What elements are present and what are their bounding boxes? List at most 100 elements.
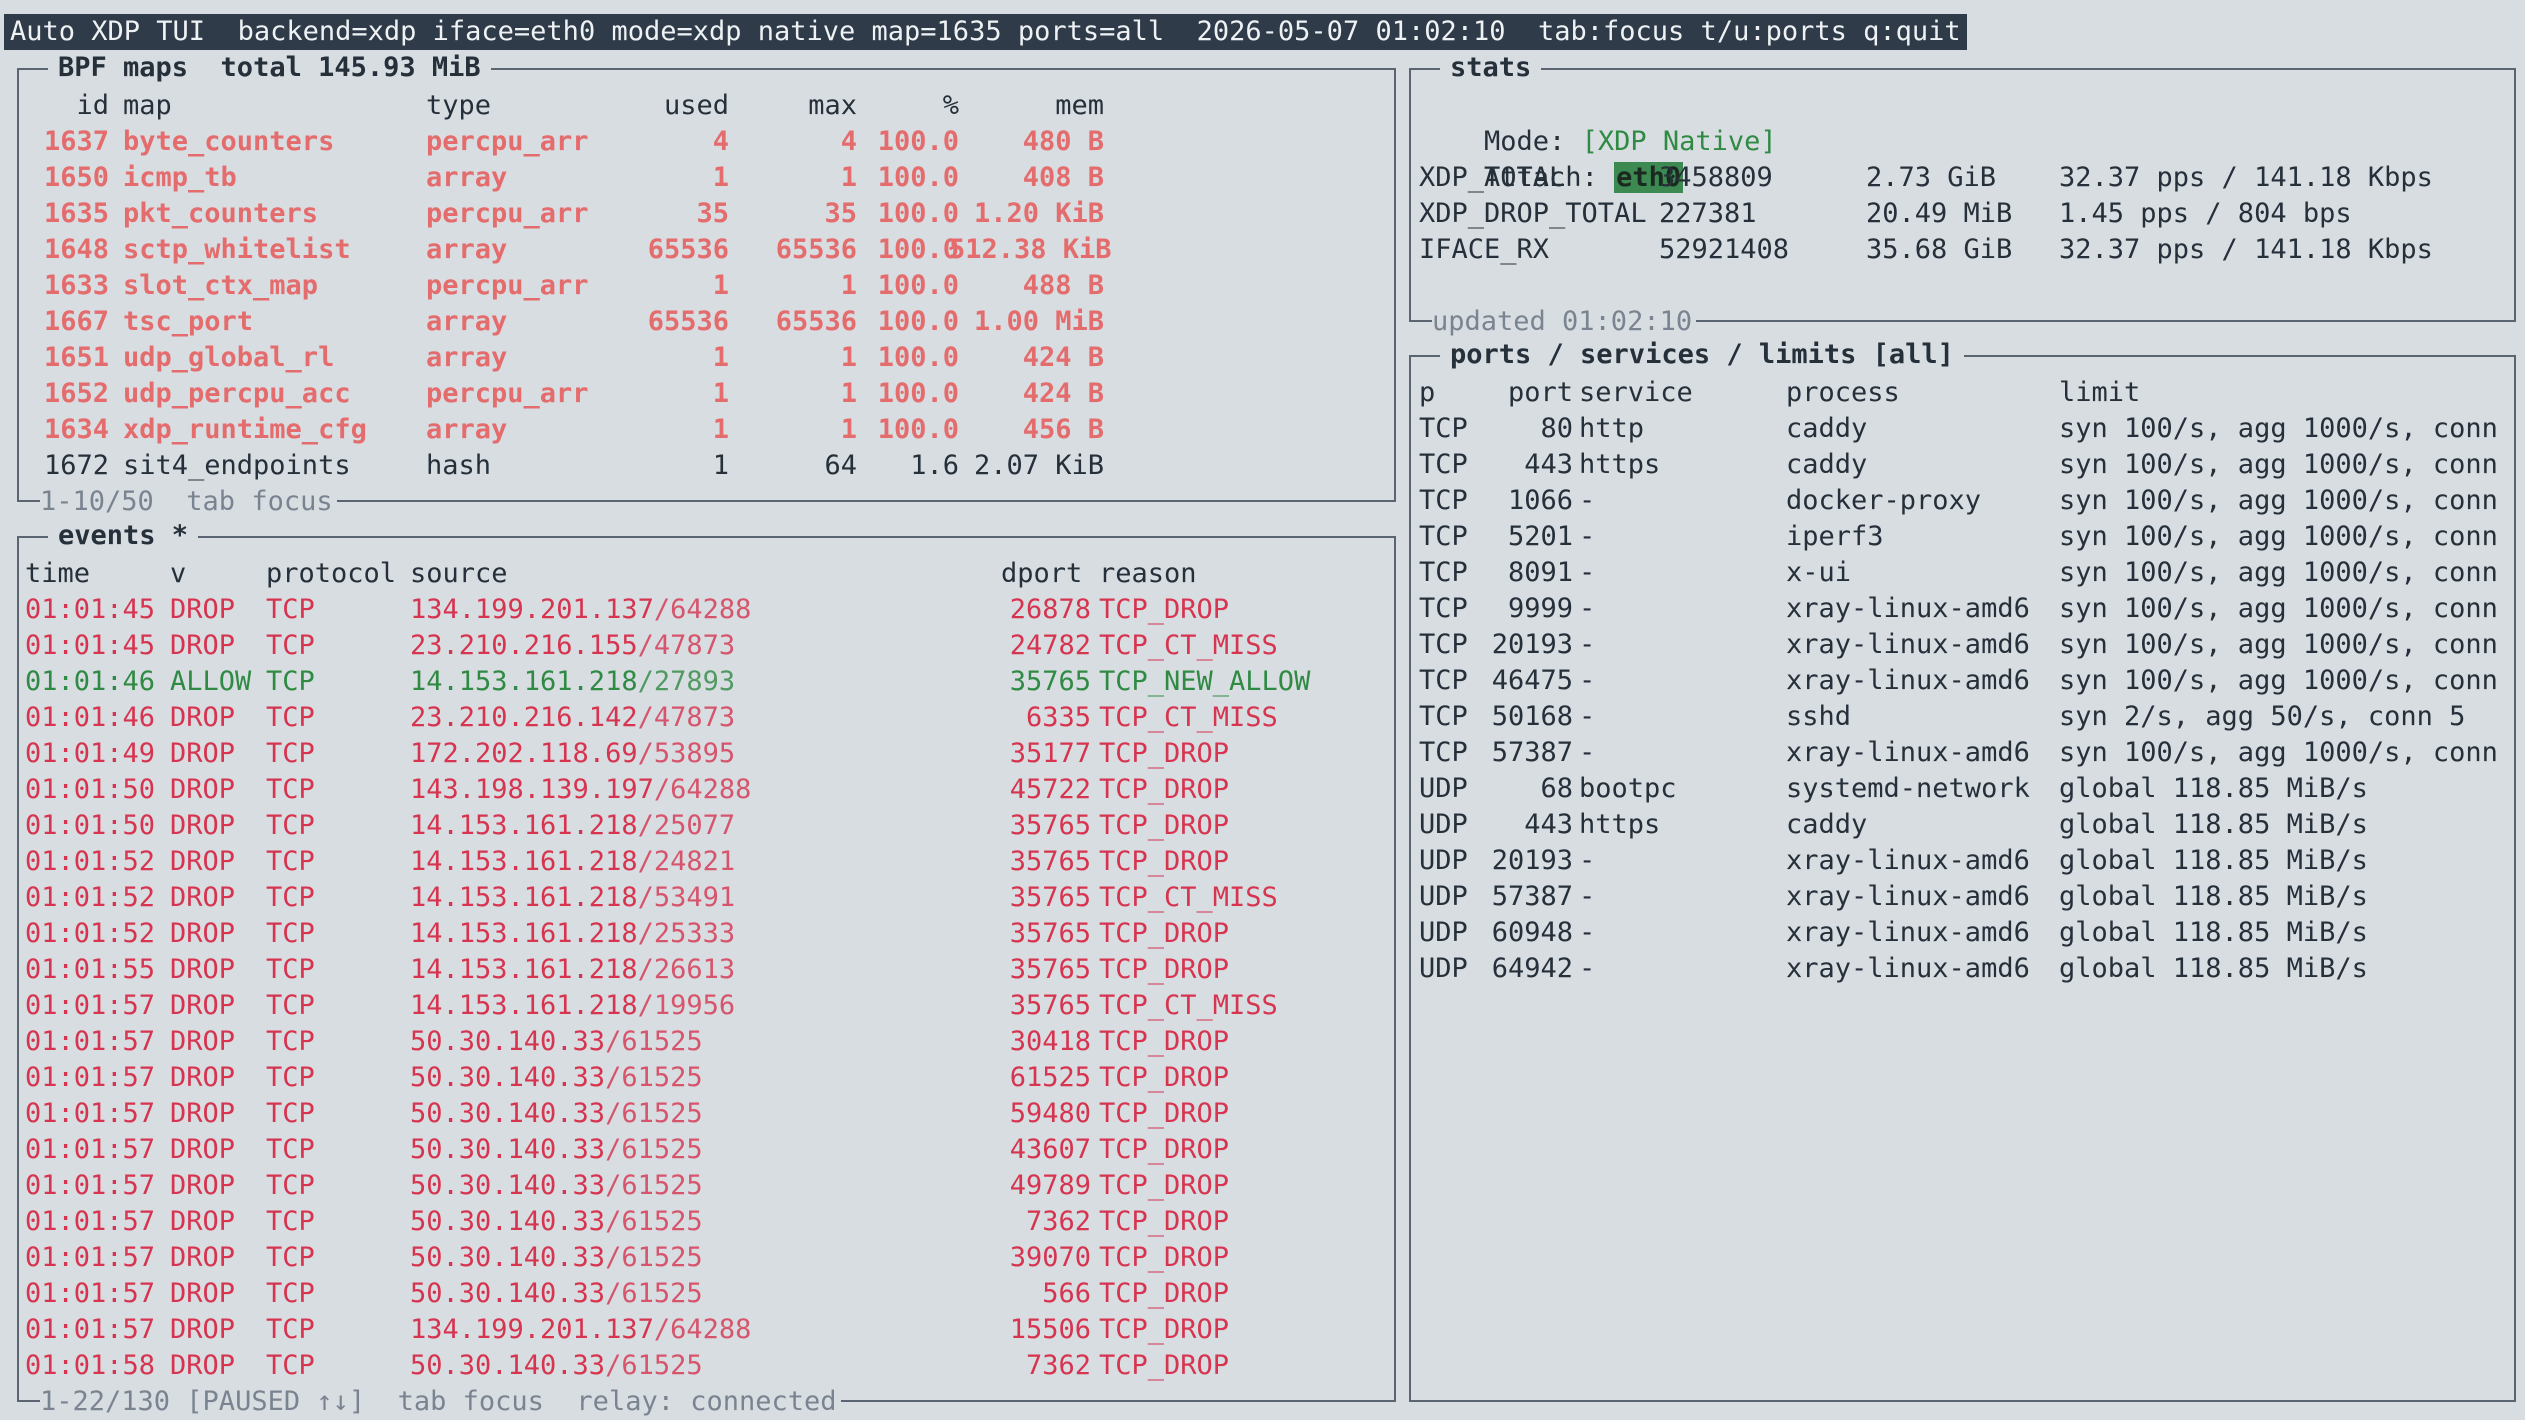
port-limit: syn 100/s, agg 1000/s, conn (2059, 593, 2498, 624)
port-number: 80 (1540, 413, 1573, 444)
event-protocol: TCP (266, 738, 315, 769)
event-source-ip: 23.210.216.142 (410, 702, 638, 733)
port-process: xray-linux-amd6 (1786, 593, 2030, 624)
port-protocol: TCP (1419, 485, 1468, 516)
event-verdict: DROP (170, 774, 236, 805)
map-pct: 100.0 (877, 234, 959, 265)
event-reason: TCP_DROP (1099, 1314, 1230, 1345)
map-type: array (426, 234, 508, 265)
event-reason: TCP_DROP (1099, 1206, 1230, 1237)
event-time: 01:01:52 (25, 846, 156, 877)
event-reason: TCP_DROP (1099, 1350, 1230, 1381)
map-pct: 100.0 (877, 306, 959, 337)
stat-name: IFACE_RX (1419, 234, 1550, 265)
map-id: 1637 (43, 126, 109, 157)
stats-attach-row: Attach: eth0 (1419, 124, 1684, 193)
map-mem: 1.20 KiB (973, 198, 1104, 229)
port-number: 8091 (1507, 557, 1573, 588)
map-name: udp_global_rl (123, 342, 335, 373)
events-header-reason: reason (1099, 558, 1197, 589)
event-source-port: /27893 (637, 666, 736, 697)
map-used: 65536 (647, 234, 729, 265)
ports-title: ports / services / limits [all] (1440, 337, 1964, 373)
map-mem: 1.00 MiB (973, 306, 1104, 337)
map-pct: 100.0 (877, 126, 959, 157)
map-mem: 480 B (1022, 126, 1104, 157)
events-panel[interactable]: events * time v protocol source dport re… (17, 518, 1396, 1420)
event-source: 50.30.140.33/61525 (410, 1060, 703, 1096)
port-process: caddy (1786, 413, 1868, 444)
bpf-maps-footer: 1-10/50 tab focus (40, 484, 337, 520)
event-reason: TCP_DROP (1099, 1278, 1230, 1309)
event-source-ip: 50.30.140.33 (410, 1062, 606, 1093)
stat-count: 227381 (1659, 198, 1757, 229)
event-dport: 35765 (1009, 990, 1091, 1021)
port-service: https (1579, 449, 1661, 480)
ports-header-service: service (1579, 377, 1693, 408)
port-number: 57387 (1491, 737, 1573, 768)
event-time: 01:01:58 (25, 1350, 156, 1381)
port-service: - (1579, 485, 1596, 516)
stat-rate: 1.45 pps / 804 bps (2059, 198, 2352, 229)
event-dport: 35765 (1009, 810, 1091, 841)
event-source: 14.153.161.218/25077 (410, 808, 735, 844)
event-source: 14.153.161.218/27893 (410, 664, 735, 700)
map-max: 1 (840, 414, 857, 445)
event-reason: TCP_DROP (1099, 918, 1230, 949)
port-service: - (1579, 737, 1596, 768)
ports-header-port: port (1507, 377, 1573, 408)
event-source-ip: 134.199.201.137 (410, 1314, 654, 1345)
map-type: array (426, 306, 508, 337)
map-id: 1648 (43, 234, 109, 265)
event-time: 01:01:57 (25, 1278, 156, 1309)
event-verdict: DROP (170, 1350, 236, 1381)
event-time: 01:01:57 (25, 990, 156, 1021)
event-source: 50.30.140.33/61525 (410, 1240, 703, 1276)
title-bar: Auto XDP TUI backend=xdp iface=eth0 mode… (4, 14, 1967, 50)
map-mem: 424 B (1022, 378, 1104, 409)
event-source-port: /64288 (653, 774, 752, 805)
event-time: 01:01:55 (25, 954, 156, 985)
port-limit: global 118.85 MiB/s (2059, 845, 2368, 876)
event-source: 50.30.140.33/61525 (410, 1204, 703, 1240)
event-reason: TCP_DROP (1099, 1026, 1230, 1057)
stats-title: stats (1440, 50, 1542, 86)
events-title: events * (48, 518, 199, 554)
event-source-ip: 50.30.140.33 (410, 1098, 606, 1129)
event-reason: TCP_NEW_ALLOW (1099, 666, 1311, 697)
map-type: percpu_arr (426, 126, 589, 157)
event-dport: 45722 (1009, 774, 1091, 805)
port-number: 57387 (1491, 881, 1573, 912)
port-protocol: TCP (1419, 701, 1468, 732)
event-source: 172.202.118.69/53895 (410, 736, 735, 772)
event-source-port: /47873 (637, 630, 736, 661)
event-reason: TCP_CT_MISS (1099, 702, 1278, 733)
event-reason: TCP_DROP (1099, 954, 1230, 985)
map-name: byte_counters (123, 126, 335, 157)
port-process: sshd (1786, 701, 1852, 732)
map-max: 65536 (775, 306, 857, 337)
event-verdict: DROP (170, 1134, 236, 1165)
port-service: bootpc (1579, 773, 1677, 804)
event-dport: 6335 (1025, 702, 1091, 733)
bpf-maps-panel[interactable]: BPF maps total 145.93 MiB id map type us… (17, 50, 1396, 520)
ports-panel[interactable]: ports / services / limits [all] p port s… (1409, 337, 2516, 1402)
event-dport: 35177 (1009, 738, 1091, 769)
event-source: 14.153.161.218/19956 (410, 988, 735, 1024)
port-protocol: UDP (1419, 809, 1468, 840)
event-dport: 35765 (1009, 954, 1091, 985)
port-service: - (1579, 557, 1596, 588)
event-source-ip: 50.30.140.33 (410, 1278, 606, 1309)
port-limit: syn 100/s, agg 1000/s, conn (2059, 521, 2498, 552)
map-used: 1 (712, 162, 729, 193)
map-pct: 100.0 (877, 342, 959, 373)
event-source-port: /25333 (637, 918, 736, 949)
event-source-port: /26613 (637, 954, 736, 985)
event-reason: TCP_DROP (1099, 594, 1230, 625)
port-process: caddy (1786, 809, 1868, 840)
port-process: iperf3 (1786, 521, 1884, 552)
event-dport: 15506 (1009, 1314, 1091, 1345)
stats-panel[interactable]: stats Mode: [XDP Native] Attach: eth0 XD… (1409, 50, 2516, 340)
event-verdict: DROP (170, 846, 236, 877)
event-protocol: TCP (266, 1314, 315, 1345)
